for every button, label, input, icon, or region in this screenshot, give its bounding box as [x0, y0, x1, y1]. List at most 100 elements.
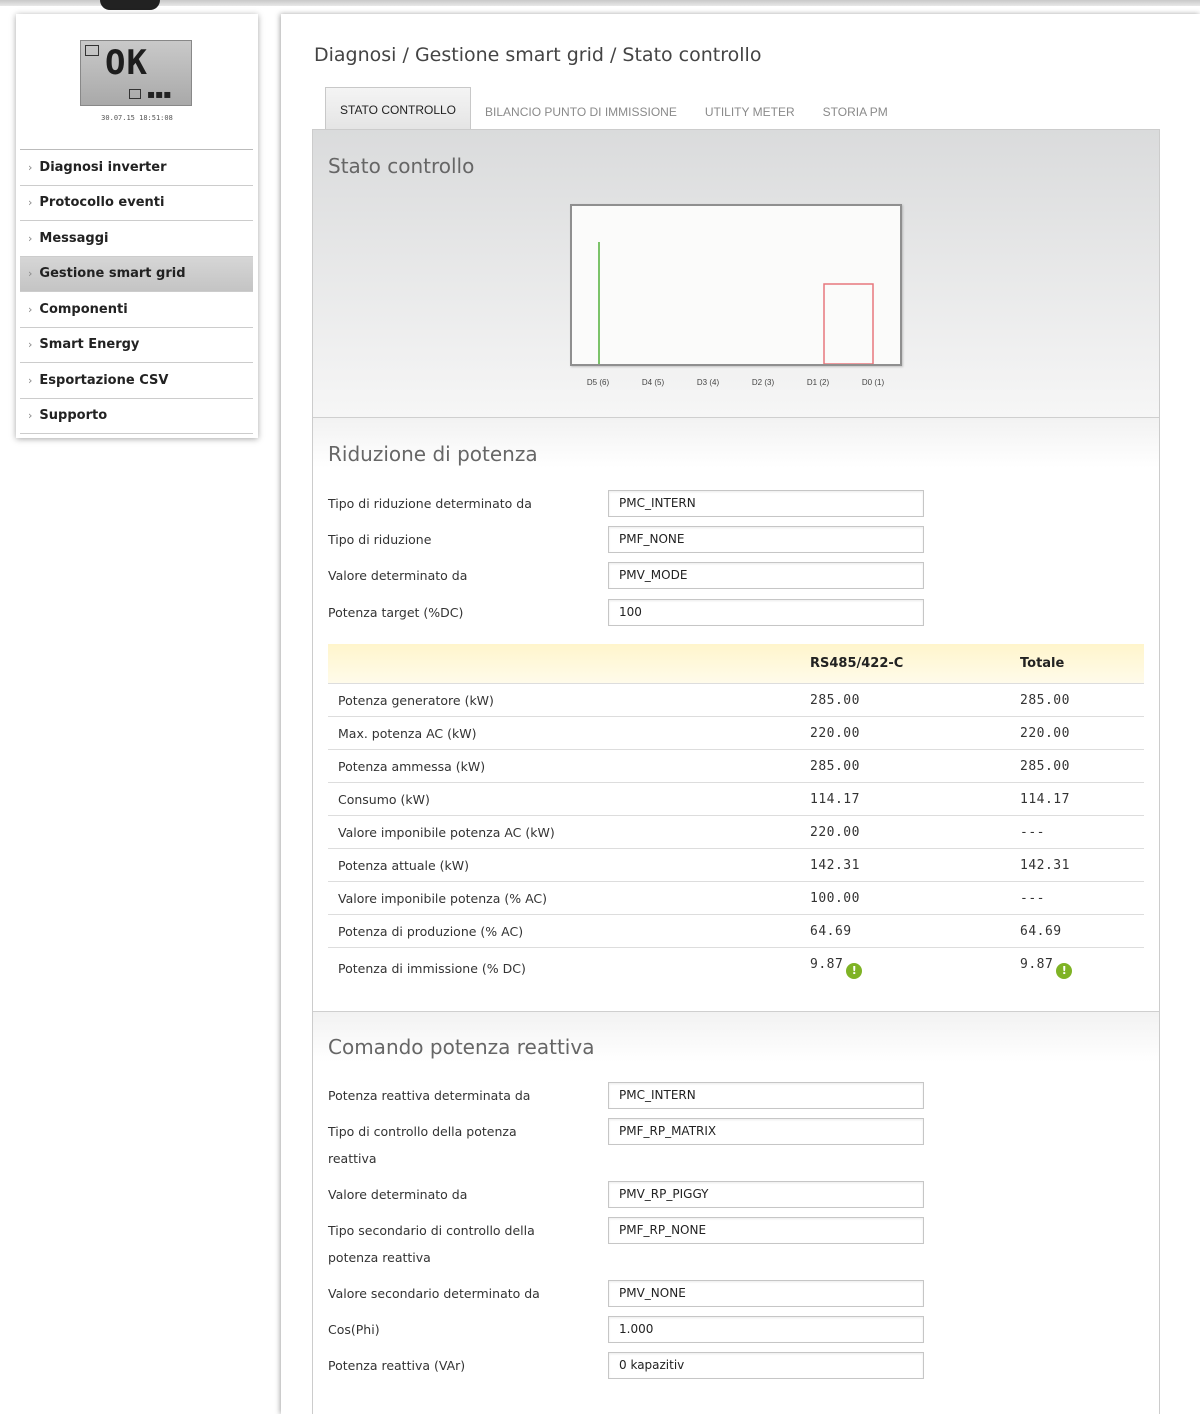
lcd-status-icon [85, 45, 99, 56]
chart-tick-label: D3 (4) [696, 378, 720, 387]
sidebar-item-label: Protocollo eventi [39, 195, 165, 211]
sidebar-item-label: Supporto [39, 408, 108, 424]
status-section-title: Stato controllo [328, 154, 475, 178]
table-row: Valore imponibile potenza (% AC) 100.00 … [328, 882, 1144, 915]
field-label: Tipo di controllo della potenza reattiva [328, 1124, 517, 1166]
row-value-rs485-cell: 9.87! [810, 956, 863, 979]
chevron-right-icon: › [28, 267, 33, 281]
row-label: Potenza ammessa (kW) [338, 759, 486, 774]
table-row: Potenza ammessa (kW) 285.00 285.00 [328, 750, 1144, 783]
column-header-totale: Totale [1020, 656, 1065, 671]
lcd-status-text: OK [105, 43, 148, 83]
chart-tick-label: D0 (1) [861, 378, 885, 387]
field-label: Tipo secondario di controllo della poten… [328, 1223, 535, 1265]
reactive-value-determined-by-field: PMV_RP_PIGGY [608, 1181, 924, 1208]
table-row: Consumo (kW) 114.17 114.17 [328, 783, 1144, 816]
control-state-graphic [598, 242, 874, 364]
sidebar-item-messaggi[interactable]: › Messaggi [20, 221, 253, 257]
tab-stato-controllo[interactable]: STATO CONTROLLO [325, 87, 472, 131]
sidebar-item-label: Gestione smart grid [39, 266, 186, 282]
sidebar-item-gestione-smart-grid[interactable]: › Gestione smart grid [20, 256, 253, 292]
row-value-totale: 9.87 [1020, 957, 1054, 972]
table-header: RS485/422-C Totale [328, 644, 1144, 684]
sidebar-item-esportazione-csv[interactable]: › Esportazione CSV [20, 363, 253, 399]
sidebar-item-label: Esportazione CSV [39, 372, 169, 388]
table-row: Potenza generatore (kW) 285.00 285.00 [328, 684, 1144, 717]
table-row: Potenza attuale (kW) 142.31 142.31 [328, 849, 1144, 882]
row-label: Max. potenza AC (kW) [338, 726, 477, 741]
value-determined-by-field: PMV_MODE [608, 562, 924, 589]
row-value-rs485: 220.00 [810, 726, 860, 741]
sidebar-item-smart-energy[interactable]: › Smart Energy [20, 328, 253, 363]
reactive-power-title: Comando potenza reattiva [328, 1035, 595, 1059]
field-label: Tipo di riduzione [328, 532, 432, 547]
power-reduction-title: Riduzione di potenza [328, 442, 538, 466]
row-label: Potenza attuale (kW) [338, 858, 469, 873]
info-icon[interactable]: ! [846, 963, 863, 979]
column-header-rs485: RS485/422-C [810, 656, 904, 671]
lcd-dots-icon: ▪▪▪ [147, 87, 172, 101]
lcd-battery-icon [129, 89, 141, 99]
chevron-right-icon: › [28, 373, 33, 387]
row-value-rs485: 285.00 [810, 759, 860, 774]
main-panel: Diagnosi / Gestione smart grid / Stato c… [281, 14, 1200, 1414]
sidebar-item-label: Diagnosi inverter [39, 159, 167, 175]
secondary-control-type-field: PMF_RP_NONE [608, 1217, 924, 1244]
chart-tick-label: D1 (2) [806, 378, 830, 387]
chevron-right-icon: › [28, 409, 33, 423]
table-row: Valore imponibile potenza AC (kW) 220.00… [328, 816, 1144, 849]
reactive-control-type-field: PMF_RP_MATRIX [608, 1118, 924, 1145]
sidebar-nav: › Diagnosi inverter › Protocollo eventi › M… [20, 149, 253, 434]
info-icon[interactable]: ! [1056, 963, 1073, 979]
field-label: Cos(Phi) [328, 1322, 380, 1337]
row-value-rs485: 285.00 [810, 693, 860, 708]
target-power-field: 100 [608, 599, 924, 626]
reactive-power-section: Comando potenza reattiva Potenza reattiv… [313, 1012, 1159, 1412]
sidebar-item-label: Smart Energy [39, 337, 140, 353]
tab-storia-pm[interactable]: STORIA PM [809, 93, 902, 131]
field-label: Valore determinato da [328, 1187, 468, 1202]
breadcrumb: Diagnosi / Gestione smart grid / Stato c… [314, 44, 762, 66]
table-row: Potenza di immissione (% DC) 9.87! 9.87! [328, 948, 1144, 992]
display-date: 30.07.15 18:51:08 [101, 114, 173, 122]
row-value-rs485: 114.17 [810, 792, 860, 807]
tab-utility-meter[interactable]: UTILITY METER [691, 93, 809, 131]
table-row: Potenza di produzione (% AC) 64.69 64.69 [328, 915, 1144, 948]
row-value-rs485: 220.00 [810, 825, 860, 840]
row-label: Consumo (kW) [338, 792, 430, 807]
row-value-rs485: 64.69 [810, 924, 852, 939]
row-value-totale: 64.69 [1020, 924, 1062, 939]
reduction-type-field: PMF_NONE [608, 526, 924, 553]
chevron-right-icon: › [28, 231, 33, 245]
chevron-right-icon: › [28, 302, 33, 316]
row-value-totale: 114.17 [1020, 792, 1070, 807]
reduction-determined-by-field: PMC_INTERN [608, 490, 924, 517]
chevron-right-icon: › [28, 196, 33, 210]
row-label: Potenza di produzione (% AC) [338, 924, 524, 939]
secondary-value-determined-by-field: PMV_NONE [608, 1280, 924, 1307]
sidebar-item-diagnosi-inverter[interactable]: › Diagnosi inverter [20, 150, 253, 186]
sidebar-item-protocollo-eventi[interactable]: › Protocollo eventi [20, 186, 253, 221]
chart-tick-label: D5 (6) [586, 378, 610, 387]
reactive-determined-by-field: PMC_INTERN [608, 1082, 924, 1109]
row-value-totale: 220.00 [1020, 726, 1070, 741]
tab-bilancio-punto-immissione[interactable]: BILANCIO PUNTO DI IMMISSIONE [471, 93, 691, 131]
tab-bar: STATO CONTROLLO BILANCIO PUNTO DI IMMISS… [325, 87, 902, 131]
row-value-totale: --- [1020, 891, 1045, 906]
row-label: Valore imponibile potenza AC (kW) [338, 825, 555, 840]
top-decoration [100, 0, 160, 10]
sidebar-item-componenti[interactable]: › Componenti [20, 292, 253, 328]
control-state-chart [570, 204, 902, 366]
table-row: Max. potenza AC (kW) 220.00 220.00 [328, 717, 1144, 750]
chevron-right-icon: › [28, 338, 33, 352]
field-label: Valore secondario determinato da [328, 1286, 540, 1301]
row-value-rs485: 9.87 [810, 957, 844, 972]
row-value-totale: --- [1020, 825, 1045, 840]
row-label: Potenza generatore (kW) [338, 693, 494, 708]
sidebar-item-supporto[interactable]: › Supporto [20, 399, 253, 434]
row-value-rs485: 100.00 [810, 891, 860, 906]
tab-content: Stato controllo D5 (6) D4 (5) D3 (4) D2 … [312, 129, 1160, 1414]
row-label: Potenza di immissione (% DC) [338, 961, 526, 976]
row-value-totale: 142.31 [1020, 858, 1070, 873]
row-value-totale-cell: 9.87! [1020, 956, 1073, 979]
